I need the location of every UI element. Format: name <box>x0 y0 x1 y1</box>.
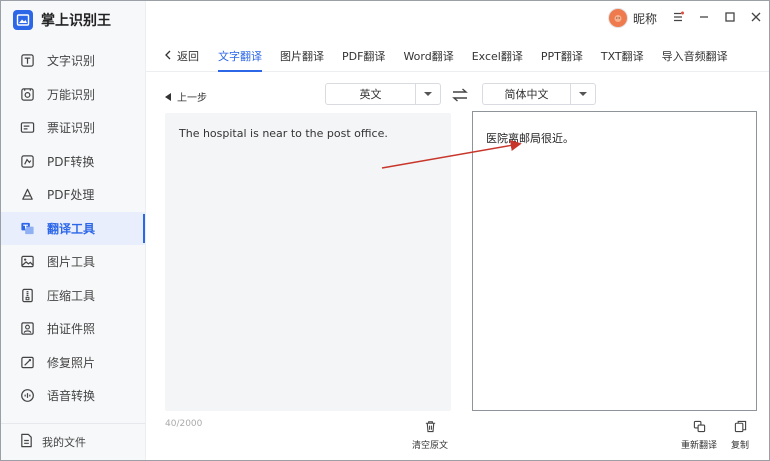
tab-audio-translate[interactable]: 导入音频翻译 <box>653 41 737 71</box>
target-language-select[interactable]: 简体中文 <box>482 83 596 105</box>
pdf-process-icon <box>19 187 35 203</box>
tab-txt-translate[interactable]: TXT翻译 <box>592 41 653 71</box>
voice-convert-icon <box>19 388 35 404</box>
character-counter: 40/2000 <box>165 419 203 429</box>
photo-repair-icon <box>19 354 35 370</box>
sidebar-item-label: PDF处理 <box>47 188 95 203</box>
sidebar-item-label: 图片工具 <box>47 255 96 270</box>
ticket-recognition-icon <box>19 120 35 136</box>
maximize-button[interactable] <box>717 5 743 31</box>
prev-step-button[interactable]: 上一步 <box>165 89 207 104</box>
chevron-left-icon <box>164 50 172 63</box>
minimize-icon <box>698 11 710 26</box>
sidebar-item-label: 修复照片 <box>47 355 96 370</box>
menu-icon <box>671 10 685 27</box>
sidebar-nav: 文字识别 万能识别 票证识别 PDF转换 PDF处理 翻译工具 图片工具 压缩工… <box>1 44 145 413</box>
sidebar-item-label: 拍证件照 <box>47 322 96 337</box>
source-language-value: 英文 <box>326 84 416 104</box>
translation-tabs: 返回 文字翻译 图片翻译 PDF翻译 Word翻译 Excel翻译 PPT翻译 … <box>146 41 769 72</box>
sidebar-item-label: 语音转换 <box>47 389 96 404</box>
app-logo-icon <box>13 10 33 30</box>
sidebar-item-compress-tool[interactable]: 压缩工具 <box>1 279 145 313</box>
clear-source-button[interactable]: 清空原文 <box>412 420 448 451</box>
back-button[interactable]: 返回 <box>146 41 209 71</box>
avatar[interactable] <box>607 8 628 28</box>
copy-icon <box>734 420 747 436</box>
translation-result-area[interactable]: 医院离邮局很近。 <box>472 111 757 411</box>
sidebar-item-label: 翻译工具 <box>47 221 96 236</box>
sidebar-item-image-tool[interactable]: 图片工具 <box>1 245 145 279</box>
sidebar-item-ticket-recognition[interactable]: 票证识别 <box>1 111 145 145</box>
prev-step-label: 上一步 <box>177 93 207 104</box>
sidebar-item-label: 文字识别 <box>47 54 96 69</box>
sidebar-item-voice-convert[interactable]: 语音转换 <box>1 379 145 413</box>
sidebar-item-translate-tool[interactable]: 翻译工具 <box>1 211 145 245</box>
chevron-down-icon <box>571 84 595 104</box>
app-brand: 掌上识别王 <box>13 9 111 31</box>
translate-tool-icon <box>19 220 35 236</box>
tab-image-translate[interactable]: 图片翻译 <box>271 41 333 71</box>
chevron-down-icon <box>416 84 440 104</box>
window-controls: 昵称 <box>607 5 769 31</box>
menu-button[interactable] <box>665 5 691 31</box>
tab-excel-translate[interactable]: Excel翻译 <box>463 41 532 71</box>
sidebar: 掌上识别王 文字识别 万能识别 票证识别 PDF转换 PDF处理 翻译工具 图片… <box>1 1 146 460</box>
tab-ppt-translate[interactable]: PPT翻译 <box>532 41 592 71</box>
sidebar-item-pdf-convert[interactable]: PDF转换 <box>1 145 145 179</box>
sidebar-item-label: 票证识别 <box>47 121 96 136</box>
id-photo-icon <box>19 321 35 337</box>
source-text-area[interactable]: The hospital is near to the post office. <box>165 113 451 411</box>
swap-languages-button[interactable] <box>451 87 469 103</box>
sidebar-item-label: PDF转换 <box>47 154 95 169</box>
pdf-convert-icon <box>19 153 35 169</box>
trash-icon <box>424 420 437 436</box>
clear-source-label: 清空原文 <box>412 441 449 451</box>
sidebar-item-label: 万能识别 <box>47 87 96 102</box>
retranslate-icon <box>693 420 706 436</box>
my-files-button[interactable]: 我的文件 <box>1 423 145 459</box>
sidebar-item-pdf-process[interactable]: PDF处理 <box>1 178 145 212</box>
swap-icon <box>451 88 469 106</box>
retranslate-button[interactable]: 重新翻译 <box>681 420 717 451</box>
image-tool-icon <box>19 254 35 270</box>
tab-text-translate[interactable]: 文字翻译 <box>209 41 271 72</box>
sidebar-item-universal-recognition[interactable]: 万能识别 <box>1 78 145 112</box>
sidebar-item-photo-repair[interactable]: 修复照片 <box>1 346 145 380</box>
text-recognition-icon <box>19 53 35 69</box>
tab-pdf-translate[interactable]: PDF翻译 <box>333 41 394 71</box>
app-window: 掌上识别王 文字识别 万能识别 票证识别 PDF转换 PDF处理 翻译工具 图片… <box>0 0 770 461</box>
source-text: The hospital is near to the post office. <box>179 127 388 140</box>
sidebar-item-text-recognition[interactable]: 文字识别 <box>1 44 145 78</box>
source-language-select[interactable]: 英文 <box>325 83 441 105</box>
minimize-button[interactable] <box>691 5 717 31</box>
close-icon <box>750 11 762 26</box>
copy-button[interactable]: 复制 <box>731 420 749 451</box>
translation-result-text: 医院离邮局很近。 <box>486 132 574 145</box>
universal-recognition-icon <box>19 86 35 102</box>
retranslate-label: 重新翻译 <box>681 441 718 451</box>
maximize-icon <box>724 11 736 26</box>
triangle-left-icon <box>165 92 171 101</box>
compress-tool-icon <box>19 287 35 303</box>
tab-word-translate[interactable]: Word翻译 <box>394 41 462 71</box>
sidebar-item-id-photo[interactable]: 拍证件照 <box>1 312 145 346</box>
my-files-label: 我的文件 <box>42 435 86 449</box>
app-title: 掌上识别王 <box>41 13 111 29</box>
sidebar-item-label: 压缩工具 <box>47 288 96 303</box>
copy-label: 复制 <box>731 441 750 451</box>
close-button[interactable] <box>743 5 769 31</box>
user-nickname[interactable]: 昵称 <box>633 10 657 27</box>
target-language-value: 简体中文 <box>483 84 571 104</box>
back-label: 返回 <box>177 50 199 63</box>
file-icon <box>19 433 34 451</box>
